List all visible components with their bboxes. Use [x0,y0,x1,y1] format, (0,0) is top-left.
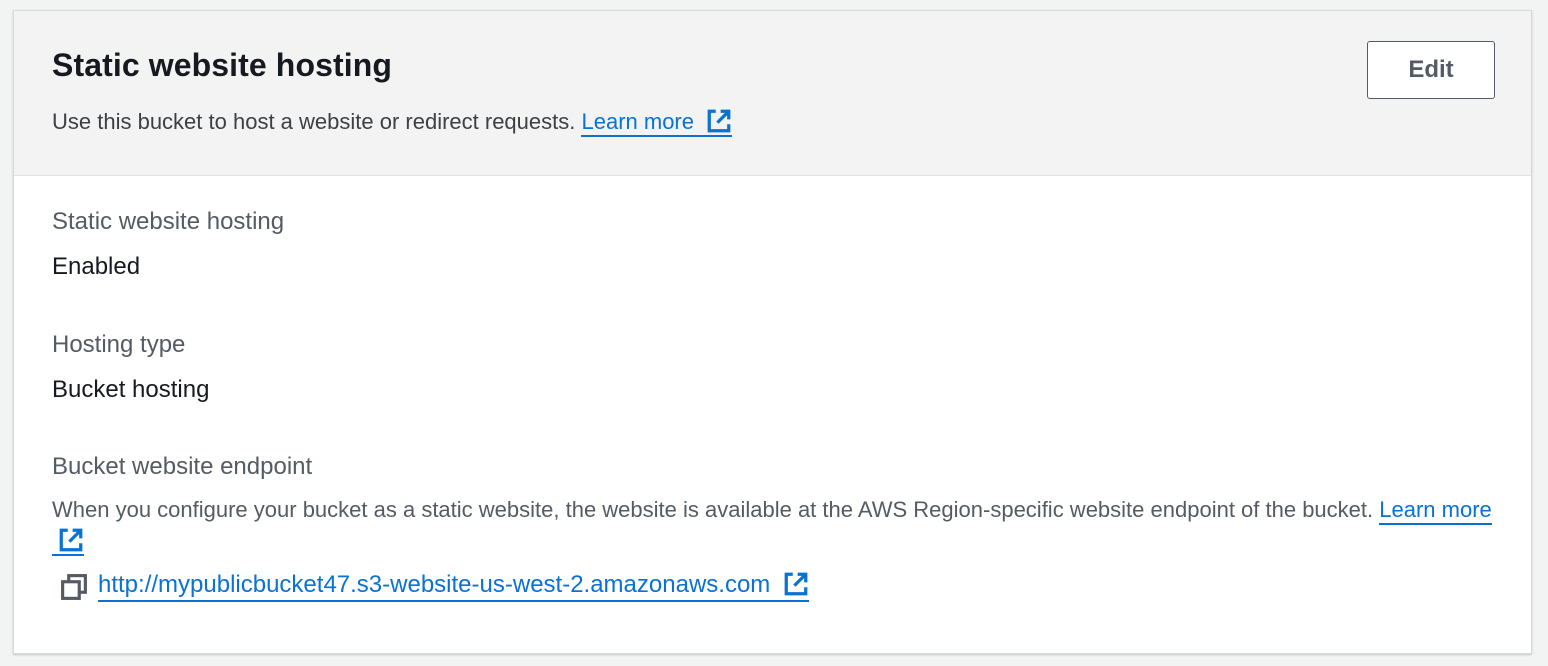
static-website-hosting-panel: Static website hosting Use this bucket t… [13,10,1532,654]
learn-more-label: Learn more [581,109,694,134]
panel-description-text: Use this bucket to host a website or red… [52,109,576,134]
endpoint-learn-more-label: Learn more [1379,497,1492,522]
endpoint-description-text: When you configure your bucket as a stat… [52,497,1374,522]
hosting-value: Enabled [52,253,141,280]
external-link-icon [784,572,808,596]
panel-title: Static website hosting [52,47,393,83]
endpoint-url: http://mypublicbucket47.s3-website-us-we… [98,571,771,598]
external-link-icon [59,528,83,552]
endpoint-description: When you configure your bucket as a stat… [52,494,1497,556]
copy-icon[interactable] [60,573,88,601]
hosting-type-label: Hosting type [52,331,186,358]
panel-description: Use this bucket to host a website or red… [52,108,733,137]
hosting-type-value: Bucket hosting [52,376,210,403]
panel-header: Static website hosting Use this bucket t… [14,11,1531,176]
endpoint-label: Bucket website endpoint [52,453,313,480]
external-link-icon [707,109,731,133]
learn-more-link[interactable]: Learn more [581,109,733,137]
endpoint-url-link[interactable]: http://mypublicbucket47.s3-website-us-we… [98,571,809,602]
endpoint-row: http://mypublicbucket47.s3-website-us-we… [60,571,809,602]
hosting-label: Static website hosting [52,208,285,235]
edit-button[interactable]: Edit [1367,41,1495,99]
